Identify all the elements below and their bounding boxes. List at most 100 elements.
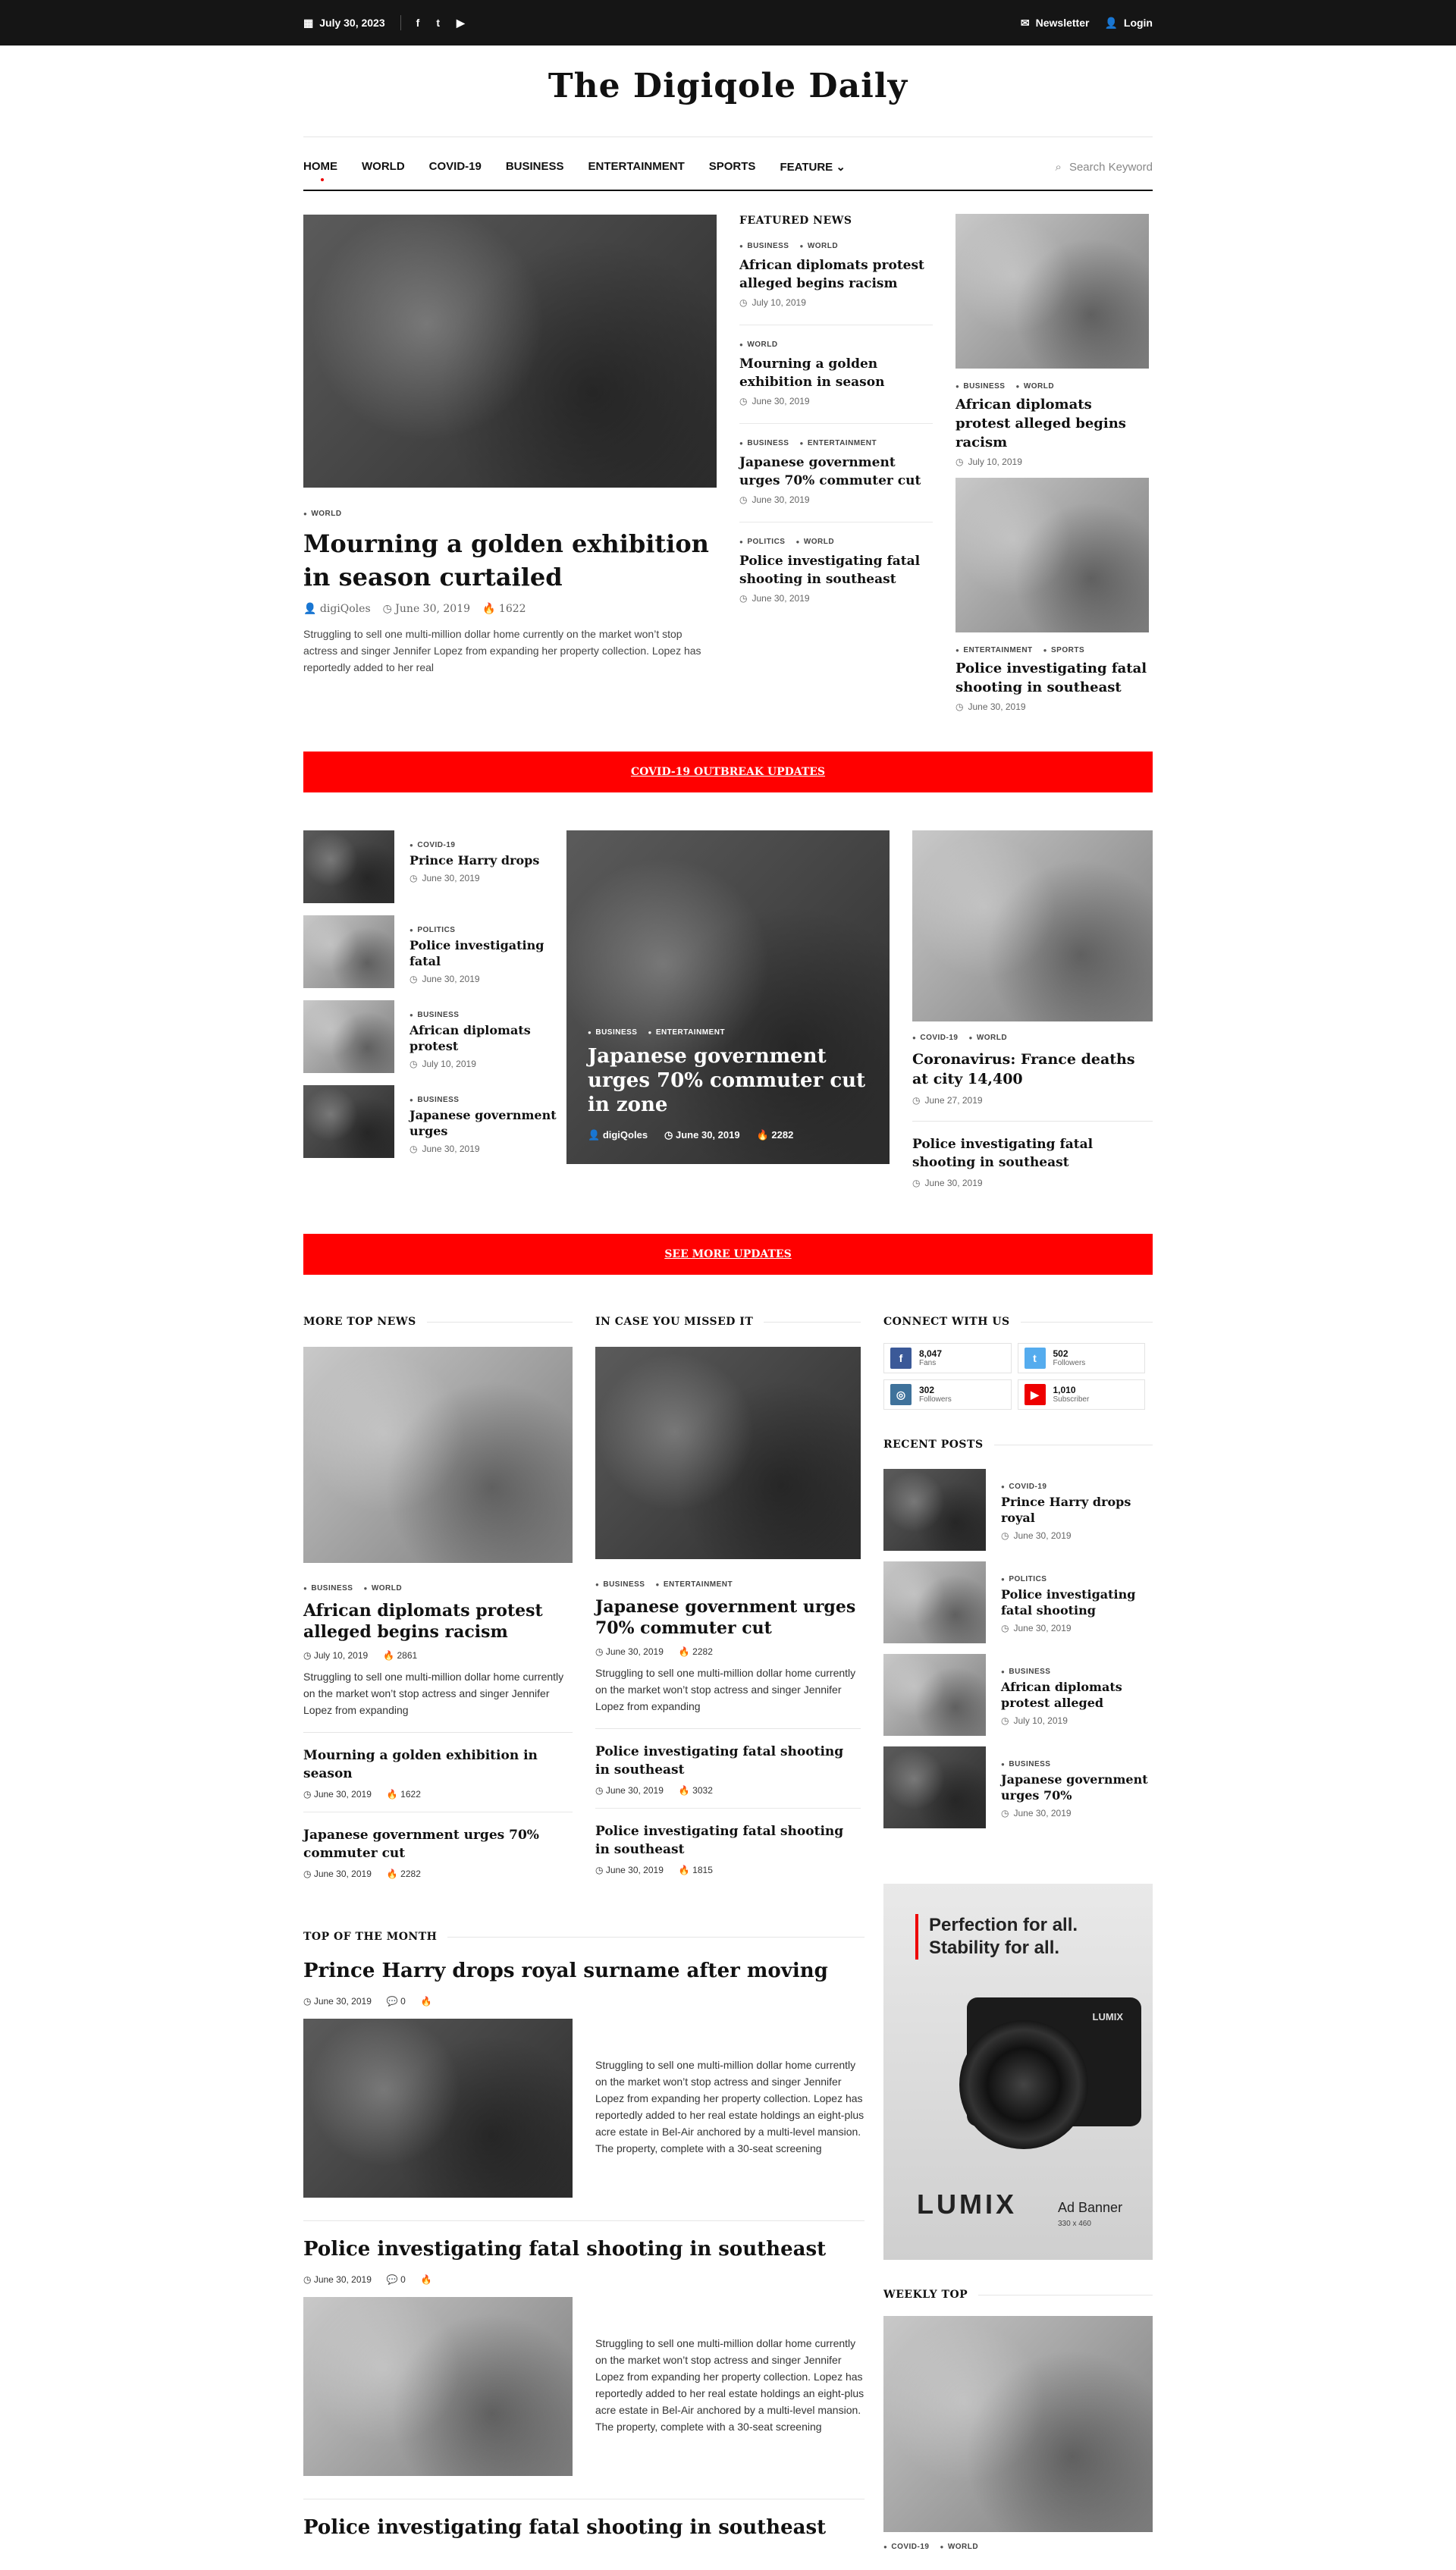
twitter-icon: t xyxy=(1024,1348,1046,1369)
nav-item-sports[interactable]: SPORTS xyxy=(709,160,756,174)
section-title: TOP OF THE MONTH xyxy=(303,1931,438,1943)
list-item[interactable]: BUSINESSENTERTAINMENT Japanese governmen… xyxy=(739,424,933,522)
article-title[interactable]: Police investigating fatal shooting in s… xyxy=(595,1822,861,1859)
excerpt: Struggling to sell one multi-million dol… xyxy=(595,1667,856,1712)
newsletter-link[interactable]: ✉ Newsletter xyxy=(1021,17,1090,30)
article-image[interactable] xyxy=(883,2316,1153,2532)
thumbnail[interactable] xyxy=(303,915,394,988)
article-image[interactable] xyxy=(303,1347,573,1563)
article-image[interactable] xyxy=(303,2297,573,2476)
article-title[interactable]: African diplomats protest xyxy=(410,1022,561,1054)
article-title[interactable]: Prince Harry drops royal surname after m… xyxy=(303,1958,864,1984)
article-title[interactable]: Japanese government urges xyxy=(410,1107,561,1139)
article-title[interactable]: Police investigating fatal shooting in s… xyxy=(303,2236,864,2262)
covid-updates-banner[interactable]: COVID-19 OUTBREAK UPDATES xyxy=(303,752,1153,792)
article-title[interactable]: African diplomats protest alleged begins… xyxy=(303,1600,573,1643)
article-image[interactable] xyxy=(956,478,1149,632)
weekly-top: WEEKLY TOP COVID-19WORLD xyxy=(883,2289,1153,2551)
list-item[interactable]: Japanese government urges 70% commuter c… xyxy=(303,1812,573,1891)
hero-excerpt: Struggling to sell one multi-million dol… xyxy=(303,628,701,673)
list-item[interactable]: COVID-19 Prince Harry drops royal ◷ June… xyxy=(883,1469,1153,1561)
article-card[interactable]: BUSINESSWORLD African diplomats protest … xyxy=(956,214,1149,478)
list-item[interactable]: Police investigating fatal shooting in s… xyxy=(595,1729,861,1809)
nav-item-covid[interactable]: COVID-19 xyxy=(429,160,482,174)
post-date: ◷ June 30, 2019 xyxy=(912,1178,983,1188)
article-title[interactable]: Coronavirus: France deaths at city 14,40… xyxy=(912,1050,1153,1089)
comments-count: 💬 0 xyxy=(386,1996,406,2007)
article-title[interactable]: African diplomats protest alleged xyxy=(1001,1679,1153,1711)
comments-count: 💬 0 xyxy=(386,2274,406,2285)
article-title[interactable]: Japanese government urges 70% commuter c… xyxy=(588,1044,868,1117)
category-tag[interactable]: WORLD xyxy=(303,510,342,518)
see-more-updates-banner[interactable]: SEE MORE UPDATES xyxy=(303,1234,1153,1275)
article-title[interactable]: African diplomats protest alleged begins… xyxy=(956,395,1149,452)
article-title[interactable]: Police investigating fatal shooting xyxy=(1001,1586,1153,1618)
instagram-counter[interactable]: ◎ 302 Followers xyxy=(883,1379,1012,1410)
post-date: ◷ July 10, 2019 xyxy=(739,297,806,308)
list-item[interactable]: WORLD Mourning a golden exhibition in se… xyxy=(739,325,933,424)
post-date: ◷ June 30, 2019 xyxy=(410,974,480,984)
list-item[interactable]: Police investigating fatal shooting in s… xyxy=(595,1809,861,1887)
in-case-you-missed-it: IN CASE YOU MISSED IT BUSINESSENTERTAINM… xyxy=(595,1316,861,1887)
list-item[interactable]: BUSINESS Japanese government urges ◷ Jun… xyxy=(303,1085,561,1158)
hero-image[interactable] xyxy=(303,215,717,488)
list-item[interactable]: BUSINESS Japanese government urges 70% ◷… xyxy=(883,1746,1153,1839)
right-cards: BUSINESSWORLD African diplomats protest … xyxy=(956,214,1149,742)
article-image[interactable] xyxy=(595,1347,861,1559)
article-title[interactable]: Police investigating fatal shooting in s… xyxy=(956,659,1149,697)
facebook-counter[interactable]: f 8,047 Fans xyxy=(883,1343,1012,1373)
list-item[interactable]: BUSINESS African diplomats protest alleg… xyxy=(883,1654,1153,1746)
list-item[interactable]: POLITICS Police investigating fatal shoo… xyxy=(883,1561,1153,1654)
nav-item-world[interactable]: WORLD xyxy=(362,160,405,174)
list-item[interactable]: BUSINESSWORLD African diplomats protest … xyxy=(739,227,933,325)
ad-banner[interactable]: Perfection for all. Stability for all. LU… xyxy=(883,1884,1153,2260)
list-item[interactable]: POLITICS Police investigating fatal ◷ Ju… xyxy=(303,915,561,988)
article-title[interactable]: African diplomats protest alleged begins… xyxy=(739,256,933,293)
article-image[interactable] xyxy=(956,214,1149,369)
login-link[interactable]: 👤 Login xyxy=(1104,17,1153,30)
list-item[interactable]: Mourning a golden exhibition in season ◷… xyxy=(303,1733,573,1812)
article-title[interactable]: Police investigating fatal shooting in s… xyxy=(912,1135,1153,1172)
nav-item-business[interactable]: BUSINESS xyxy=(506,160,564,174)
featured-card[interactable]: BUSINESSENTERTAINMENT Japanese governmen… xyxy=(566,830,890,1164)
article-image[interactable] xyxy=(912,830,1153,1021)
thumbnail[interactable] xyxy=(303,1085,394,1158)
thumbnail[interactable] xyxy=(303,1000,394,1073)
search-box[interactable]: ⌕ Search Keyword xyxy=(1056,161,1153,174)
youtube-icon[interactable]: ▶ xyxy=(457,17,465,30)
article-title[interactable]: Police investigating fatal xyxy=(410,937,561,969)
article-title[interactable]: Police investigating fatal shooting in s… xyxy=(303,2515,864,2540)
article-title[interactable]: Mourning a golden exhibition in season xyxy=(303,1746,573,1783)
divider xyxy=(912,1121,1153,1122)
hero-title[interactable]: Mourning a golden exhibition in season c… xyxy=(303,527,717,594)
thumbnail[interactable] xyxy=(303,830,394,903)
article-card[interactable]: ENTERTAINMENTSPORTS Police investigating… xyxy=(956,478,1149,742)
nav-item-entertainment[interactable]: ENTERTAINMENT xyxy=(588,160,685,174)
nav-item-feature[interactable]: FEATURE ⌄ xyxy=(780,160,845,174)
twitter-icon[interactable]: t xyxy=(436,17,440,30)
list-item[interactable]: COVID-19 Prince Harry drops ◷ June 30, 2… xyxy=(303,830,561,903)
article-title[interactable]: Mourning a golden exhibition in season xyxy=(739,355,933,391)
facebook-icon: f xyxy=(890,1348,912,1369)
facebook-icon[interactable]: f xyxy=(416,17,420,30)
article-title[interactable]: Japanese government urges 70% commuter c… xyxy=(739,453,933,490)
youtube-counter[interactable]: ▶ 1,010 Subscriber xyxy=(1017,1379,1145,1410)
article-title[interactable]: Prince Harry drops xyxy=(410,852,561,868)
fire-icon: 🔥 xyxy=(756,1129,769,1141)
twitter-counter[interactable]: t 502 Followers xyxy=(1017,1343,1145,1373)
list-item[interactable]: POLITICSWORLD Police investigating fatal… xyxy=(739,522,933,620)
list-item[interactable]: BUSINESS African diplomats protest ◷ Jul… xyxy=(303,1000,561,1073)
article-title[interactable]: Prince Harry drops royal xyxy=(1001,1494,1153,1526)
article-title[interactable]: Japanese government urges 70% xyxy=(1001,1771,1153,1803)
article-image[interactable] xyxy=(303,2019,573,2198)
article-title[interactable]: Japanese government urges 70% commuter c… xyxy=(595,1596,861,1639)
user-icon: 👤 xyxy=(1104,16,1118,29)
nav-item-home[interactable]: HOME xyxy=(303,160,337,181)
site-logo[interactable]: The Digiqole Daily xyxy=(303,67,1153,105)
search-input[interactable]: Search Keyword xyxy=(1069,161,1153,174)
article-title[interactable]: Police investigating fatal shooting in s… xyxy=(595,1743,861,1779)
camera-lens xyxy=(959,2020,1088,2149)
article-title[interactable]: Police investigating fatal shooting in s… xyxy=(739,552,933,588)
top-of-the-month: TOP OF THE MONTH Prince Harry drops roya… xyxy=(303,1931,864,2553)
article-title[interactable]: Japanese government urges 70% commuter c… xyxy=(303,1826,573,1862)
